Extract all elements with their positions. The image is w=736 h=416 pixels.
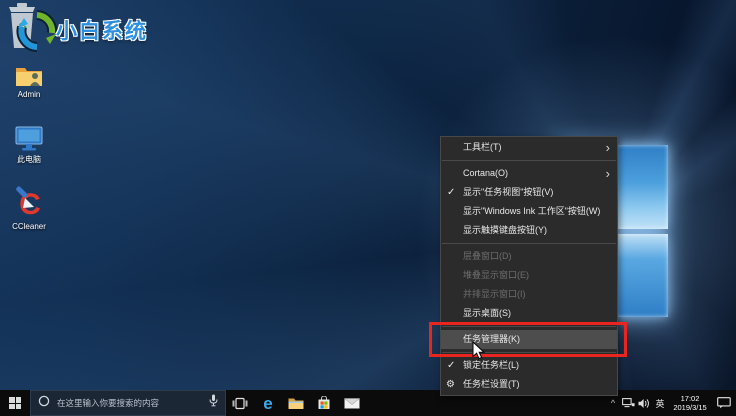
menu-item-show-windows-stacked: 堆叠显示窗口(E)	[441, 266, 617, 285]
menu-item-cascade-windows: 层叠窗口(D)	[441, 247, 617, 266]
clock-date: 2019/3/15	[673, 403, 706, 412]
submenu-arrow-icon: ›	[606, 164, 610, 183]
microsoft-store-icon	[317, 396, 331, 410]
brand-swirl-icon	[16, 10, 58, 57]
action-center-icon	[717, 397, 731, 409]
desktop-icon-this-pc[interactable]: 此电脑	[0, 126, 58, 165]
network-icon	[622, 398, 635, 409]
start-button[interactable]	[0, 390, 30, 416]
desktop: ♻ 小白系统 Admin	[0, 0, 736, 416]
cortana-ring-icon	[38, 394, 50, 412]
menu-item-cortana[interactable]: Cortana(O) ›	[441, 164, 617, 183]
check-icon: ✓	[447, 183, 455, 202]
tray-network[interactable]	[620, 390, 636, 416]
file-explorer-icon	[288, 397, 304, 410]
taskbar-app-edge[interactable]: e	[254, 390, 282, 416]
desktop-icon-label: Admin	[0, 90, 58, 99]
search-placeholder: 在这里输入你要搜索的内容	[57, 397, 209, 409]
action-center-button[interactable]	[712, 390, 736, 416]
task-view-button[interactable]	[226, 390, 254, 416]
menu-item-toolbars[interactable]: 工具栏(T) ›	[441, 138, 617, 157]
menu-item-task-manager[interactable]: 任务管理器(K)	[441, 330, 617, 349]
menu-item-show-desktop[interactable]: 显示桌面(S)	[441, 304, 617, 323]
menu-separator	[442, 326, 616, 327]
desktop-icon-admin[interactable]: Admin	[0, 64, 58, 99]
menu-item-lock-taskbar[interactable]: ✓ 锁定任务栏(L)	[441, 356, 617, 375]
desktop-icon-ccleaner[interactable]: C CCleaner	[0, 186, 58, 231]
taskbar: 在这里输入你要搜索的内容 e	[0, 390, 736, 416]
window-pane	[616, 234, 669, 318]
ccleaner-icon: C	[0, 186, 58, 220]
taskbar-app-mail[interactable]	[338, 390, 366, 416]
menu-item-show-windows-ink-workspace-button[interactable]: 显示"Windows Ink 工作区"按钮(W)	[441, 202, 617, 221]
desktop-icon-label: CCleaner	[0, 222, 58, 231]
submenu-arrow-icon: ›	[606, 138, 610, 157]
brand-logo-text: 小白系统	[56, 15, 148, 45]
taskbar-app-file-explorer[interactable]	[282, 390, 310, 416]
menu-item-taskbar-settings[interactable]: ⚙ 任务栏设置(T)	[441, 375, 617, 394]
system-tray: ^ 英 17:02 2019/3/15	[606, 390, 736, 416]
window-pane	[616, 145, 669, 229]
clock-time: 17:02	[673, 394, 706, 403]
brand-logo: ♻ 小白系统	[0, 0, 230, 60]
menu-separator	[442, 160, 616, 161]
menu-item-show-task-view-button[interactable]: ✓ 显示"任务视图"按钮(V)	[441, 183, 617, 202]
menu-separator	[442, 243, 616, 244]
microphone-icon[interactable]	[209, 394, 218, 412]
taskbar-context-menu: 工具栏(T) › Cortana(O) › ✓ 显示"任务视图"按钮(V) 显示…	[440, 136, 618, 396]
gear-icon: ⚙	[446, 375, 455, 394]
task-view-icon	[232, 397, 248, 410]
tray-volume[interactable]	[636, 390, 652, 416]
speaker-icon	[638, 398, 650, 409]
check-icon: ✓	[447, 356, 455, 375]
mail-icon	[344, 398, 360, 409]
menu-item-show-touch-keyboard-button[interactable]: 显示触摸键盘按钮(Y)	[441, 221, 617, 240]
admin-folder-icon	[0, 64, 58, 88]
menu-item-show-windows-side-by-side: 并排显示窗口(I)	[441, 285, 617, 304]
this-pc-icon	[0, 126, 58, 152]
taskbar-app-store[interactable]	[310, 390, 338, 416]
windows-logo-icon	[9, 397, 21, 409]
edge-icon: e	[263, 395, 272, 412]
tray-clock[interactable]: 17:02 2019/3/15	[668, 390, 712, 416]
tray-ime-indicator[interactable]: 英	[652, 390, 668, 416]
desktop-icon-label: 此电脑	[0, 154, 58, 165]
menu-separator	[442, 352, 616, 353]
search-box[interactable]: 在这里输入你要搜索的内容	[30, 390, 226, 416]
